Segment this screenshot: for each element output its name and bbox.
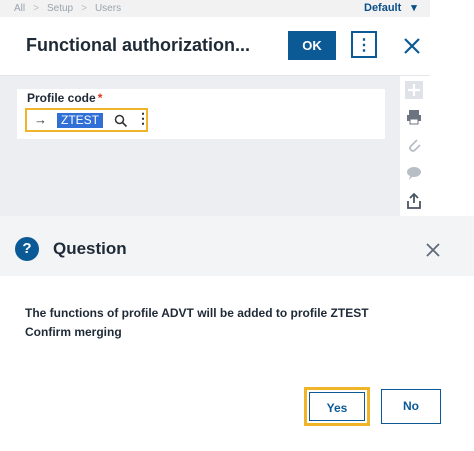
plus-icon[interactable] <box>405 81 423 99</box>
dialog-message-line-2: Confirm merging <box>25 325 122 339</box>
ok-button[interactable]: OK <box>288 31 336 60</box>
arrow-right-icon[interactable]: → <box>34 112 47 127</box>
field-menu-icon[interactable]: ⋮ <box>136 110 150 127</box>
page-title: Functional authorization... <box>26 35 250 55</box>
no-button[interactable]: No <box>381 389 441 424</box>
breadcrumb-bar: All > Setup > Users Default ▾ <box>0 0 430 17</box>
profile-code-label: Profile code * <box>27 91 102 105</box>
printer-icon[interactable] <box>405 108 423 126</box>
dialog-close-icon[interactable] <box>425 242 441 258</box>
dialog-message-line-1: The functions of profile ADVT will be ad… <box>25 306 369 320</box>
question-icon: ? <box>15 237 39 261</box>
profile-code-label-text: Profile code <box>27 91 96 105</box>
dialog-title: Question <box>53 239 127 258</box>
search-icon[interactable] <box>114 114 128 128</box>
profile-selector[interactable]: Default ▾ <box>364 1 417 15</box>
breadcrumb-separator-icon: > <box>81 3 87 14</box>
close-icon[interactable] <box>402 36 422 56</box>
profile-code-value[interactable]: ZTEST <box>57 113 103 128</box>
required-asterisk: * <box>97 91 103 105</box>
share-icon[interactable] <box>405 192 423 210</box>
yes-button-label: Yes <box>309 392 365 421</box>
breadcrumb-item-all[interactable]: All <box>14 3 25 14</box>
breadcrumb-separator-icon: > <box>33 3 39 14</box>
paperclip-icon[interactable] <box>405 136 423 154</box>
profile-code-field[interactable]: → ZTEST ⋮ <box>25 108 150 132</box>
comment-icon[interactable] <box>405 164 423 182</box>
yes-button[interactable]: Yes <box>304 387 370 426</box>
profile-selector-label: Default <box>364 1 402 14</box>
breadcrumb: All > Setup > Users <box>14 3 121 14</box>
caret-down-icon: ▾ <box>411 2 417 14</box>
vertical-dots-icon: ⋮ <box>356 36 372 54</box>
breadcrumb-item-users[interactable]: Users <box>95 3 121 14</box>
more-options-button[interactable]: ⋮ <box>351 31 377 58</box>
breadcrumb-item-setup[interactable]: Setup <box>47 3 73 14</box>
